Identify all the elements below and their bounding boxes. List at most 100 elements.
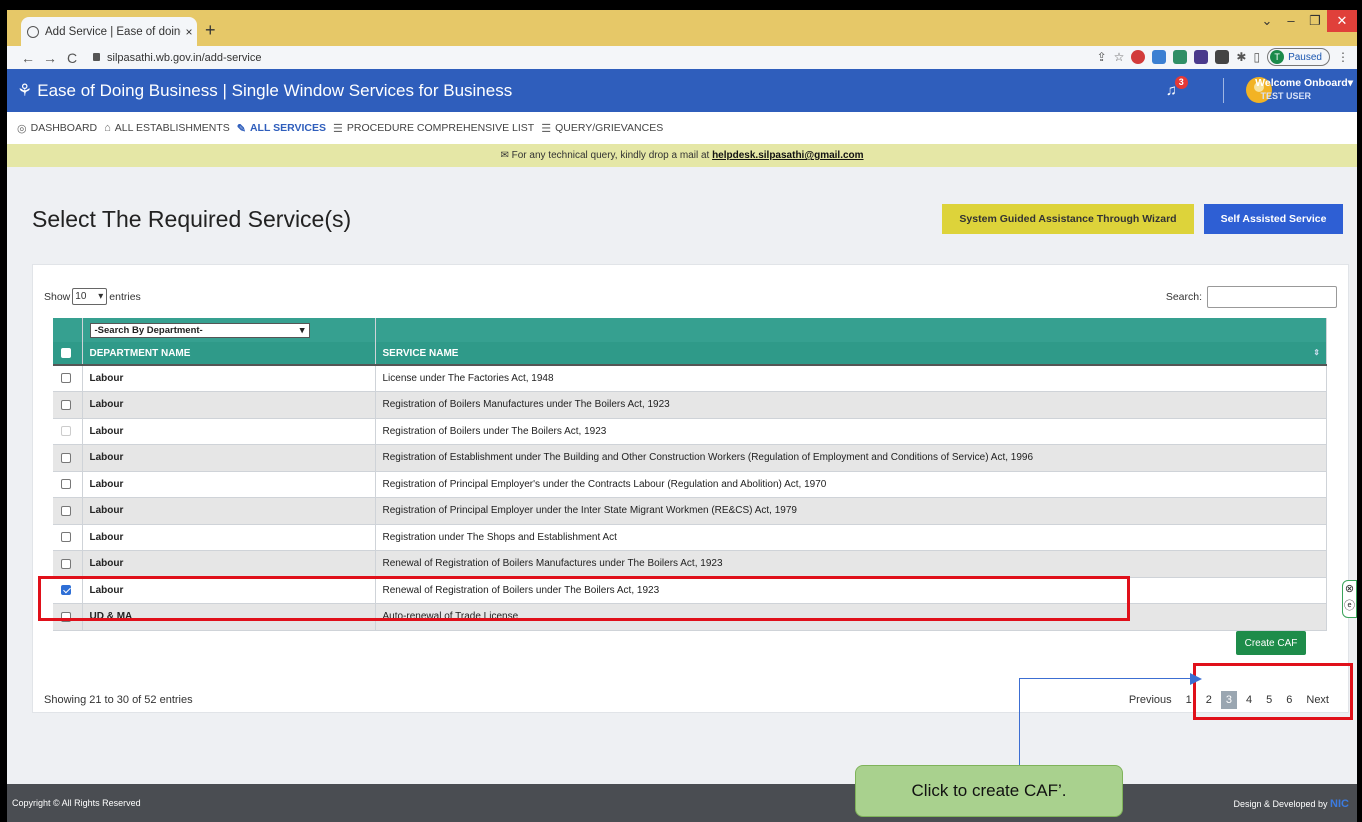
side-feedback-widget[interactable]: ⊗ ⓔ <box>1342 580 1357 618</box>
select-all-checkbox[interactable] <box>61 347 71 358</box>
page-size-select[interactable]: 10 ▾ <box>72 288 108 305</box>
nic-logo: NIC <box>1330 798 1349 810</box>
forward-icon[interactable]: → <box>39 50 61 66</box>
department-cell: Labour <box>82 418 376 445</box>
sidepanel-icon[interactable]: ▯ <box>1253 50 1260 64</box>
column-label: SERVICE NAME <box>382 347 459 359</box>
nav-procedure-list[interactable]: ☰ PROCEDURE COMPREHENSIVE LIST <box>333 122 534 135</box>
chevron-down-icon: ▾ <box>98 291 104 302</box>
puzzle-icon[interactable]: ✱ <box>1236 50 1246 64</box>
row-checkbox[interactable] <box>61 373 71 384</box>
minimize-icon[interactable]: – <box>1279 10 1303 32</box>
highlight-create-caf <box>1193 663 1353 720</box>
service-cell: Registration of Principal Employer under… <box>375 497 1327 525</box>
callout-box: Click to create CAF’. <box>855 765 1123 817</box>
designed-by-text: Design & Developed by <box>1233 799 1328 809</box>
table-row[interactable]: Labour Registration of Principal Employe… <box>53 471 1327 498</box>
nav-dashboard[interactable]: ◎ DASHBOARD <box>17 122 97 135</box>
nav-all-services[interactable]: ✎ ALL SERVICES <box>237 122 326 135</box>
app-title: Ease of Doing Business | Single Window S… <box>37 81 513 100</box>
helpdesk-email-link[interactable]: helpdesk.silpasathi@gmail.com <box>712 150 863 161</box>
browser-window: Add Service | Ease of doing busi × + ⌄ –… <box>7 10 1357 822</box>
search-input[interactable] <box>1207 286 1337 308</box>
page-size-value: 10 <box>75 291 87 302</box>
wrench-icon: ✎ <box>236 122 246 135</box>
tab-search-icon[interactable]: ⌄ <box>1255 10 1279 32</box>
tab-close-icon[interactable]: × <box>181 25 197 39</box>
envelope-icon: ✉ <box>500 150 509 161</box>
services-card: Show 10 ▾ entries Search: -Search By Depa… <box>32 264 1349 713</box>
table-row[interactable]: Labour Registration of Boilers Manufactu… <box>53 391 1327 419</box>
back-icon[interactable]: ← <box>17 50 39 66</box>
chevron-down-icon: ▾ <box>299 324 305 336</box>
footer: Copyright © All Rights Reserved Design &… <box>7 784 1357 822</box>
browser-tab[interactable]: Add Service | Ease of doing busi × <box>21 17 197 46</box>
table-row[interactable]: Labour Registration of Establishment und… <box>53 444 1327 472</box>
callout-connector <box>1019 678 1195 679</box>
network-icon: ⚘ <box>17 81 33 100</box>
callout-connector <box>1019 678 1020 771</box>
department-cell: Labour <box>82 497 376 525</box>
main-nav: ◎ DASHBOARD ⌂ ALL ESTABLISHMENTS ✎ ALL SERV… <box>7 112 1357 144</box>
nav-label: QUERY/GRIEVANCES <box>555 122 664 134</box>
row-checkbox[interactable] <box>61 479 71 490</box>
nav-all-establishments[interactable]: ⌂ ALL ESTABLISHMENTS <box>104 122 230 134</box>
wizard-button[interactable]: System Guided Assistance Through Wizard <box>942 204 1194 234</box>
tab-title: Add Service | Ease of doing busi <box>45 25 181 38</box>
address-bar: ← → C silpasathi.wb.gov.in/add-service ⇪… <box>7 46 1357 69</box>
checkbox-cell <box>53 550 83 578</box>
column-service[interactable]: SERVICE NAME ⇕ <box>375 342 1327 366</box>
filter-row: -Search By Department- ▾ <box>53 318 1327 342</box>
row-checkbox[interactable] <box>61 399 71 410</box>
select-all-cell <box>53 342 83 366</box>
building-icon: ⌂ <box>104 122 111 134</box>
filter-cell <box>375 318 1327 342</box>
profile-button[interactable]: T Paused <box>1267 48 1330 66</box>
table-row[interactable]: Labour Registration under The Shops and … <box>53 524 1327 551</box>
entries-label: entries <box>109 290 141 303</box>
brand[interactable]: ⚘ Ease of Doing Business | Single Window… <box>17 81 512 101</box>
more-menu-icon[interactable]: ⋮ <box>1337 50 1349 64</box>
table-row[interactable]: Labour Registration of Boilers under The… <box>53 418 1327 445</box>
bookmark-star-icon[interactable]: ☆ <box>1114 50 1125 64</box>
window-close-icon[interactable]: ✕ <box>1327 10 1357 32</box>
globe-icon <box>27 25 39 38</box>
notice-bar: ✉ For any technical query, kindly drop a… <box>7 144 1357 167</box>
new-tab-button[interactable]: + <box>205 20 216 41</box>
self-assisted-button[interactable]: Self Assisted Service <box>1204 204 1343 234</box>
checkbox-cell <box>53 365 83 392</box>
nav-query-grievances[interactable]: ☰ QUERY/GRIEVANCES <box>541 122 663 135</box>
new-extension-icon[interactable] <box>1152 50 1167 64</box>
department-filter-select[interactable]: -Search By Department- ▾ <box>89 322 310 338</box>
user-menu[interactable]: Welcome Onboard▾ <box>1255 77 1353 89</box>
row-checkbox[interactable] <box>61 426 71 437</box>
extension-icon[interactable] <box>1215 50 1230 64</box>
column-department[interactable]: DEPARTMENT NAME <box>82 342 376 366</box>
notification-badge: 3 <box>1174 76 1188 89</box>
adblock-extension-icon[interactable] <box>1131 50 1146 64</box>
url-field[interactable]: silpasathi.wb.gov.in/add-service <box>93 52 261 64</box>
restore-icon[interactable]: ❐ <box>1303 10 1327 32</box>
url-text: silpasathi.wb.gov.in/add-service <box>107 51 262 64</box>
row-checkbox[interactable] <box>61 558 71 569</box>
pager-previous[interactable]: Previous <box>1124 691 1177 709</box>
service-cell: Registration of Boilers under The Boiler… <box>375 418 1327 445</box>
extension-icon[interactable] <box>1173 50 1188 64</box>
extension-icon[interactable] <box>1194 50 1209 64</box>
row-checkbox[interactable] <box>61 532 71 543</box>
service-cell: Registration under The Shops and Establi… <box>375 524 1327 551</box>
browser-toolbar-right: ⇪ ☆ ✱ ▯ T Paused ⋮ <box>1097 48 1349 66</box>
table-row[interactable]: Labour Renewal of Registration of Boiler… <box>53 550 1327 578</box>
row-checkbox[interactable] <box>61 505 71 516</box>
department-cell: Labour <box>82 365 376 392</box>
row-checkbox[interactable] <box>61 452 71 463</box>
create-caf-button[interactable]: Create CAF <box>1236 631 1306 655</box>
table-row[interactable]: Labour Registration of Principal Employe… <box>53 497 1327 525</box>
browser-tab-bar: Add Service | Ease of doing busi × + ⌄ –… <box>7 10 1357 46</box>
service-cell: License under The Factories Act, 1948 <box>375 365 1327 392</box>
notification-bell-icon[interactable]: ♫ 3 <box>1166 76 1188 99</box>
reload-icon[interactable]: C <box>61 50 83 66</box>
share-icon[interactable]: ⇪ <box>1097 50 1107 64</box>
table-header: DEPARTMENT NAME SERVICE NAME ⇕ <box>53 342 1327 366</box>
table-row[interactable]: Labour License under The Factories Act, … <box>53 365 1327 392</box>
